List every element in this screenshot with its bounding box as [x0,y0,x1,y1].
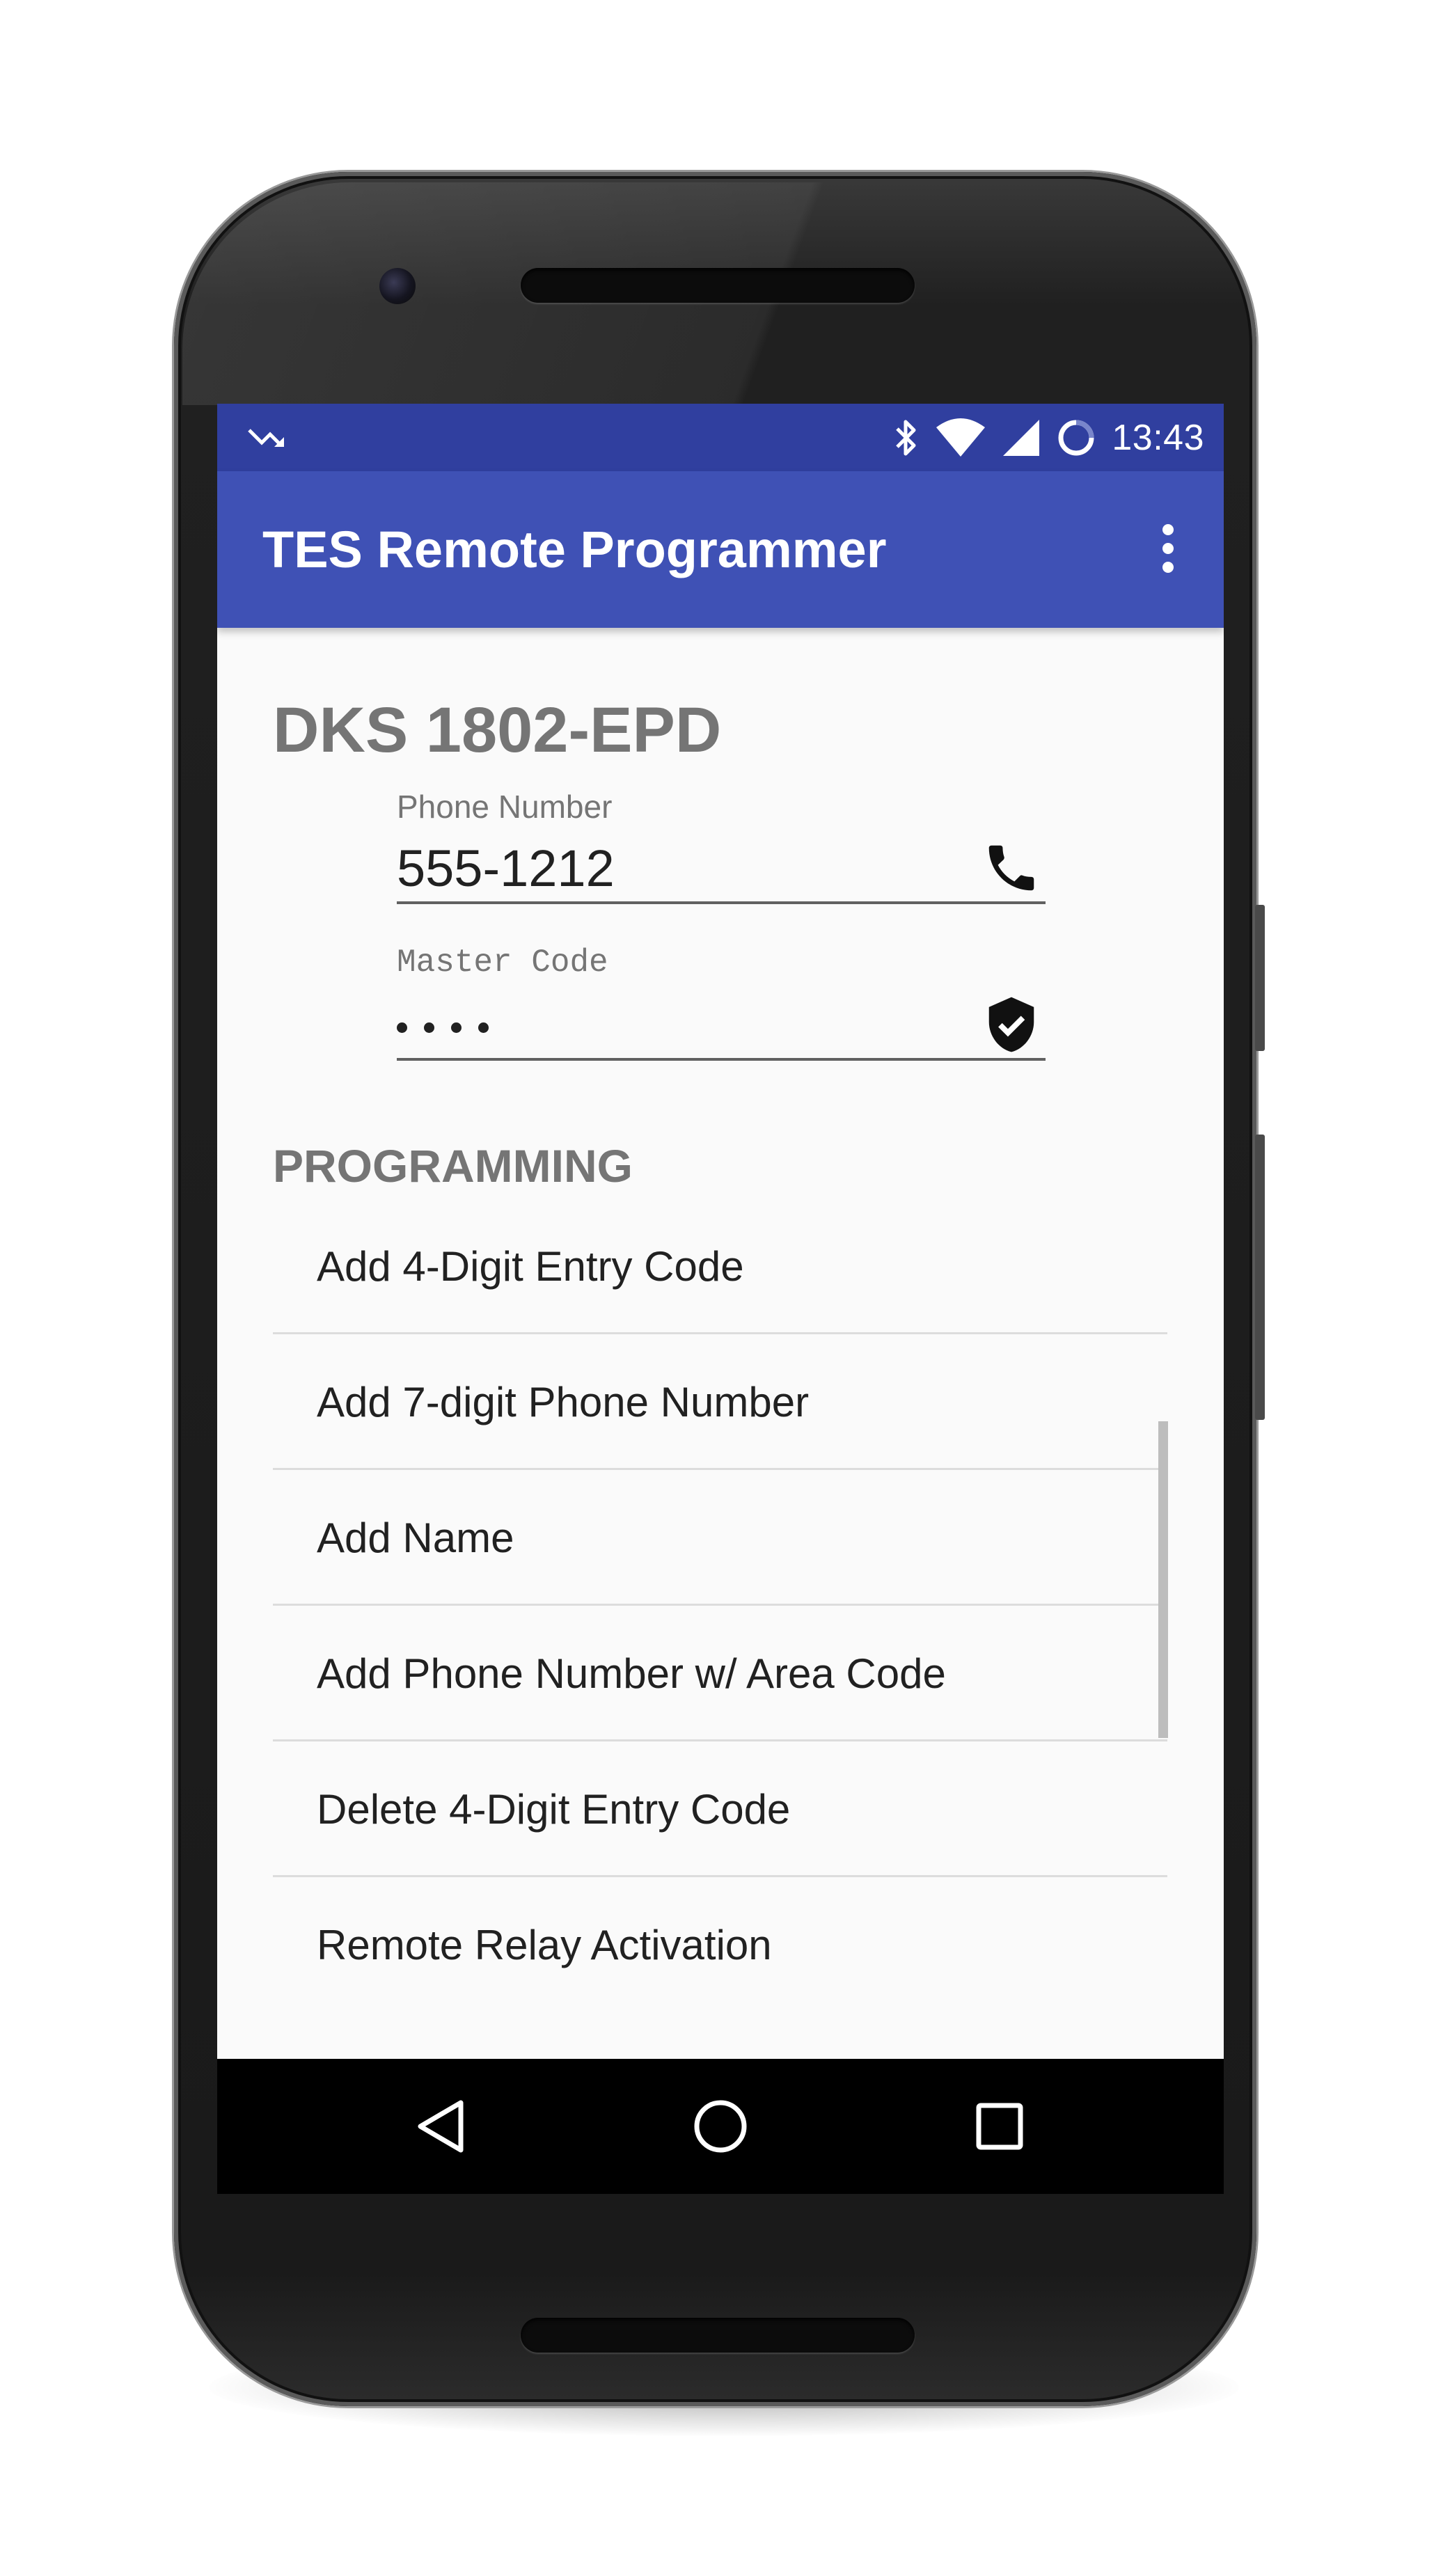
top-speaker [521,268,915,303]
battery-charging-icon [1058,420,1094,455]
programming-list: Add 4-Digit Entry Code Add 7-digit Phone… [273,1199,1167,2013]
master-code-masked-value [397,995,489,1061]
app-title: TES Remote Programmer [262,521,887,578]
verified-shield-icon [988,997,1034,1052]
phone-number-value: 555-1212 [397,839,615,897]
bluetooth-icon [896,420,916,455]
master-code-field[interactable] [397,992,1046,1061]
list-item-label: Add 7-digit Phone Number [317,1379,810,1425]
bottom-speaker [521,2318,915,2353]
status-icons: 13:43 [893,404,1204,471]
list-item-label: Add Name [317,1515,514,1561]
list-item-label: Add 4-Digit Entry Code [317,1243,744,1290]
status-bar: 13:43 [217,404,1224,471]
screen: 13:43 TES Remote Programmer DKS 1802-EPD… [217,404,1224,2194]
device-mockup: 13:43 TES Remote Programmer DKS 1802-EPD… [0,0,1443,2576]
wifi-icon [936,418,986,457]
more-vert-icon[interactable] [1154,521,1182,577]
programming-header: PROGRAMMING [273,1140,633,1192]
phone-number-field[interactable]: 555-1212 [397,835,1046,904]
list-item-add-name[interactable]: Add Name [273,1470,1167,1606]
list-item-label: Delete 4-Digit Entry Code [317,1786,791,1833]
device-title: DKS 1802-EPD [273,695,722,766]
list-item-delete-entry-code[interactable]: Delete 4-Digit Entry Code [273,1741,1167,1877]
power-button [1255,905,1265,1051]
recents-square-icon[interactable] [965,2092,1034,2161]
list-item-label: Add Phone Number w/ Area Code [317,1650,946,1697]
list-item-add-phone-number[interactable]: Add 7-digit Phone Number [273,1334,1167,1470]
status-time: 13:43 [1112,417,1204,458]
front-camera [379,268,416,304]
missed-call-icon [248,429,284,447]
list-item-remote-relay[interactable]: Remote Relay Activation [273,1877,1167,2013]
back-triangle-icon[interactable] [407,2092,476,2161]
list-item-label: Remote Relay Activation [317,1922,772,1968]
home-circle-icon[interactable] [686,2092,755,2161]
master-code-label: Master Code [397,945,608,981]
list-item-add-phone-area-code[interactable]: Add Phone Number w/ Area Code [273,1606,1167,1741]
list-item-add-entry-code[interactable]: Add 4-Digit Entry Code [273,1199,1167,1334]
phone-number-label: Phone Number [397,789,613,825]
phone-icon[interactable] [981,838,1041,898]
nav-bar [217,2059,1224,2194]
app-bar: TES Remote Programmer [217,471,1224,628]
volume-button [1255,1135,1265,1420]
list-scrollbar[interactable] [1158,1421,1168,1738]
cell-signal-icon [1003,419,1040,456]
main-content: DKS 1802-EPD Phone Number 555-1212 Maste… [217,628,1224,2059]
